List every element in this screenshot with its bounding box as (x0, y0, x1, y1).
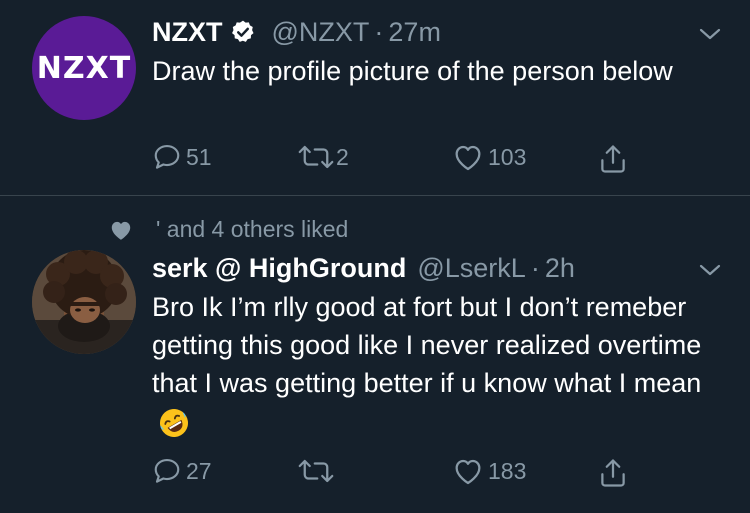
tweet-header: NZXT @NZXT · 27m (152, 16, 441, 48)
avatar[interactable]: NZXT (32, 16, 136, 120)
separator-dot: · (374, 17, 384, 47)
retweet-icon (298, 459, 334, 483)
retweet-count: 2 (336, 143, 349, 170)
timestamp[interactable]: 2h (545, 252, 575, 284)
share-button[interactable] (598, 142, 628, 176)
author-name[interactable]: serk @ HighGround (152, 252, 406, 284)
separator-dot: · (530, 253, 540, 283)
reply-icon (154, 144, 180, 169)
like-button[interactable]: 103 (452, 142, 526, 172)
tweet-text-content: Bro Ik I’m rlly good at fort but I don’t… (152, 292, 702, 398)
reply-icon (154, 458, 180, 483)
like-icon (455, 459, 481, 485)
tweet-text: Bro Ik I’m rlly good at fort but I don’t… (152, 288, 712, 440)
avatar[interactable] (32, 250, 136, 354)
chevron-down-icon[interactable] (698, 262, 722, 278)
reply-button[interactable]: 27 (152, 456, 212, 486)
author-name[interactable]: NZXT (152, 16, 223, 48)
timestamp[interactable]: 27m (388, 16, 441, 48)
heart-liked-icon (111, 221, 131, 240)
profile-photo (32, 250, 136, 354)
share-icon (601, 145, 625, 173)
chevron-down-icon[interactable] (698, 26, 722, 42)
like-button[interactable]: 183 (452, 456, 526, 486)
retweet-icon (298, 145, 334, 169)
social-context: ' and 4 others liked (108, 216, 348, 243)
like-count: 183 (488, 457, 527, 484)
avatar-logo-text: NZXT (36, 50, 132, 86)
verified-badge-icon (231, 20, 254, 42)
reply-button[interactable]: 51 (152, 142, 212, 172)
author-handle[interactable]: @LserkL (417, 252, 525, 284)
retweet-button[interactable]: 2 (296, 142, 349, 172)
like-count: 103 (488, 143, 527, 170)
reply-count: 51 (186, 143, 212, 170)
tweet[interactable]: NZXT NZXT @NZXT · 27m Draw the profile p… (0, 0, 750, 195)
share-icon (601, 459, 625, 487)
tweet[interactable]: ' and 4 others liked serk @ HighGround @… (0, 196, 750, 513)
rolling-on-floor-laughing-emoji-icon (160, 408, 188, 437)
share-button[interactable] (598, 456, 628, 490)
reply-count: 27 (186, 457, 212, 484)
retweet-button[interactable] (296, 456, 336, 486)
social-context-text[interactable]: ' and 4 others liked (156, 216, 348, 243)
like-icon (455, 145, 481, 171)
tweet-header: serk @ HighGround @LserkL · 2h (152, 252, 575, 284)
author-handle[interactable]: @NZXT (272, 16, 370, 48)
tweet-text: Draw the profile picture of the person b… (152, 56, 673, 86)
